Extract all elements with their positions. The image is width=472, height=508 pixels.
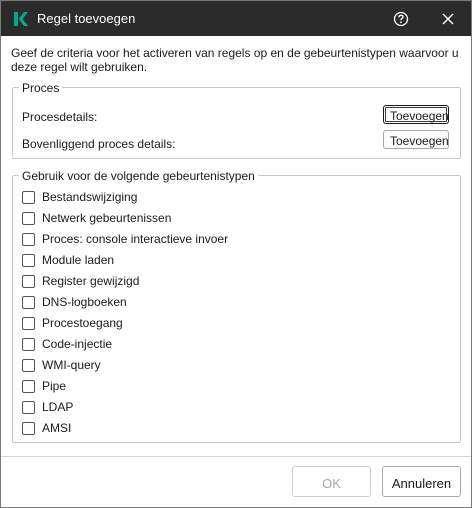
process-details-add-button[interactable]: Toevoegen (383, 105, 449, 124)
checkbox-label: DNS-logboeken (42, 295, 127, 309)
checkbox[interactable] (22, 337, 35, 351)
event-type-checkbox-row[interactable]: WMI-query (22, 357, 101, 373)
checkbox-label: AMSI (42, 421, 72, 435)
event-type-checkbox-row[interactable]: DNS-logboeken (22, 294, 127, 310)
checkbox[interactable] (22, 232, 35, 246)
event-type-checkbox-row[interactable]: Proces: console interactieve invoer (22, 231, 228, 247)
help-icon[interactable] (391, 9, 411, 29)
checkbox-label: Module laden (42, 253, 115, 267)
checkbox-label: Procestoegang (42, 316, 123, 330)
checkbox-label: Proces: console interactieve invoer (42, 232, 229, 246)
checkbox-label: Netwerk gebeurtenissen (42, 211, 172, 225)
add-rule-dialog: Regel toevoegen Geef de criteria voor he… (0, 0, 472, 508)
checkbox-label: Code-injectie (42, 337, 113, 351)
dialog-description: Geef de criteria voor het activeren van … (11, 46, 459, 74)
checkbox[interactable] (22, 400, 35, 414)
checkbox[interactable] (22, 274, 35, 288)
checkbox[interactable] (22, 211, 35, 225)
event-type-checkbox-row[interactable]: Register gewijzigd (22, 273, 139, 289)
event-type-checkbox-row[interactable]: Code-injectie (22, 336, 112, 352)
checkbox[interactable] (22, 253, 35, 267)
kaspersky-logo-icon (11, 10, 29, 28)
checkbox[interactable] (22, 379, 35, 393)
checkbox[interactable] (22, 421, 35, 435)
event-types-group-legend: Gebruik voor de volgende gebeurtenistype… (19, 169, 258, 183)
process-group-legend: Proces (19, 81, 63, 95)
event-type-checkbox-row[interactable]: Bestandswijziging (22, 189, 137, 205)
checkbox-label: WMI-query (42, 358, 101, 372)
checkbox-label: Bestandswijziging (42, 190, 138, 204)
close-icon[interactable] (438, 9, 458, 29)
dialog-title: Regel toevoegen (37, 11, 136, 26)
cancel-button[interactable]: Annuleren (382, 466, 461, 497)
process-details-label: Procesdetails: (22, 110, 98, 124)
event-type-checkbox-row[interactable]: AMSI (22, 420, 71, 436)
ok-button[interactable]: OK (292, 466, 371, 497)
checkbox[interactable] (22, 190, 35, 204)
parent-process-details-label: Bovenliggend proces details: (22, 137, 176, 151)
event-type-checkbox-row[interactable]: Procestoegang (22, 315, 123, 331)
event-type-checkbox-row[interactable]: LDAP (22, 399, 73, 415)
checkbox-label: Register gewijzigd (42, 274, 140, 288)
checkbox[interactable] (22, 295, 35, 309)
checkbox-label: LDAP (42, 400, 74, 414)
event-type-checkbox-row[interactable]: Pipe (22, 378, 66, 394)
event-type-checkbox-row[interactable]: Module laden (22, 252, 114, 268)
checkbox[interactable] (22, 358, 35, 372)
footer-divider (1, 456, 471, 457)
checkbox-label: Pipe (42, 379, 67, 393)
parent-process-details-add-button[interactable]: Toevoegen (383, 130, 449, 149)
checkbox[interactable] (22, 316, 35, 330)
event-type-checkbox-row[interactable]: Netwerk gebeurtenissen (22, 210, 171, 226)
title-bar: Regel toevoegen (1, 1, 471, 36)
